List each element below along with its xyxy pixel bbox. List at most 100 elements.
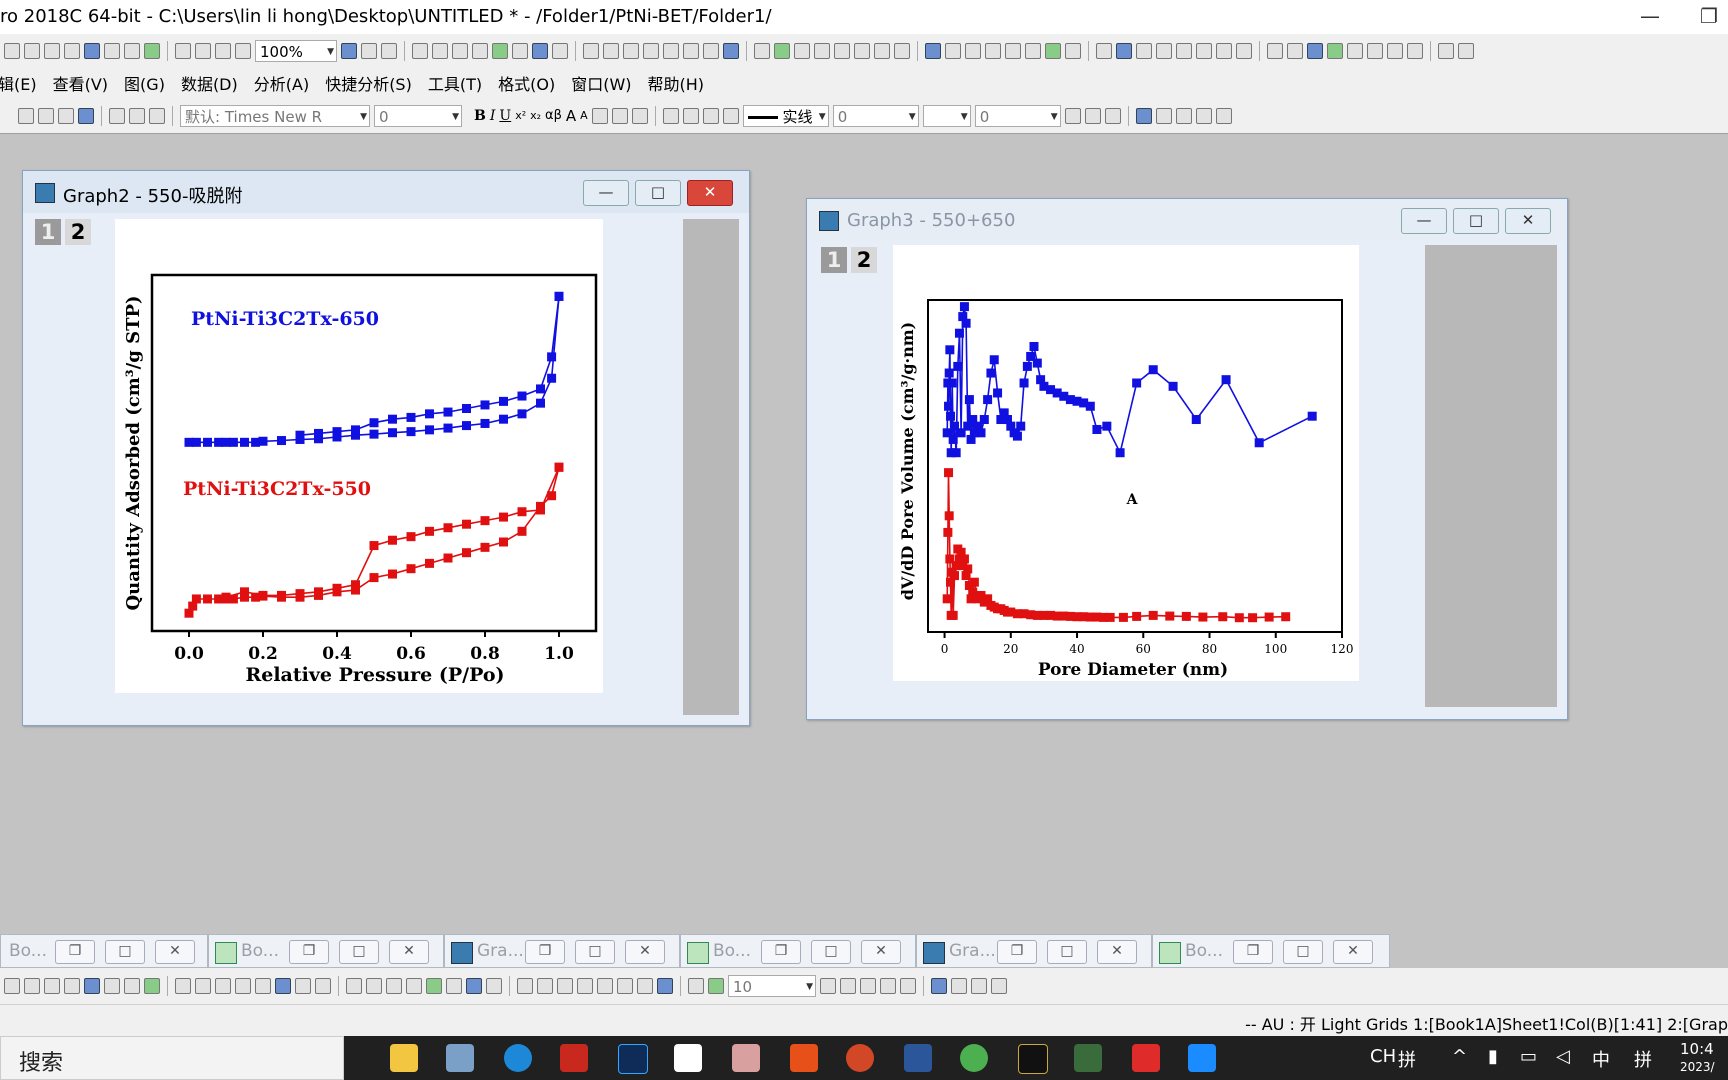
bold-button[interactable]: B	[474, 108, 486, 124]
tool-icon[interactable]	[426, 978, 442, 994]
star-icon[interactable]	[722, 107, 739, 124]
tool-icon[interactable]	[1216, 43, 1232, 59]
tool-icon[interactable]	[144, 978, 160, 994]
tool-icon[interactable]	[315, 978, 331, 994]
tool-icon[interactable]	[945, 43, 961, 59]
tool-icon[interactable]	[124, 43, 140, 59]
tool-icon[interactable]	[1136, 43, 1152, 59]
chevron-up-icon[interactable]: ^	[1452, 1046, 1467, 1067]
tool-icon[interactable]	[623, 43, 639, 59]
maximize-window-icon[interactable]: □	[339, 940, 379, 964]
menu-data[interactable]: 数据(D)	[181, 71, 238, 95]
tool-icon[interactable]	[840, 978, 856, 994]
tool-icon[interactable]	[255, 978, 271, 994]
superscript-button[interactable]: x²	[515, 109, 526, 122]
tool-icon[interactable]	[834, 43, 850, 59]
restore-window-icon[interactable]: ❐	[761, 940, 801, 964]
restore-window-icon[interactable]: ❐	[1233, 940, 1273, 964]
powerpoint-icon[interactable]	[846, 1044, 874, 1072]
tool-icon[interactable]	[466, 978, 482, 994]
tool-icon[interactable]	[557, 978, 573, 994]
align-icon[interactable]	[591, 107, 608, 124]
clock-time[interactable]: 10:4	[1680, 1040, 1714, 1058]
tool-icon[interactable]	[452, 43, 468, 59]
tray-language[interactable]: CH	[1370, 1046, 1396, 1067]
tool-icon[interactable]	[814, 43, 830, 59]
tool-icon[interactable]	[532, 43, 548, 59]
tool-icon[interactable]	[406, 978, 422, 994]
tool-icon[interactable]	[1155, 107, 1172, 124]
restore-window-icon[interactable]: ❐	[525, 940, 565, 964]
tool-icon[interactable]	[195, 978, 211, 994]
tool-icon[interactable]	[215, 43, 231, 59]
tool-icon[interactable]	[552, 43, 568, 59]
origin-icon[interactable]	[732, 1044, 760, 1072]
tool-icon[interactable]	[1307, 43, 1323, 59]
close-window-icon[interactable]: ✕	[625, 940, 665, 964]
tool-icon[interactable]	[1005, 43, 1021, 59]
font-color-icon[interactable]	[631, 107, 648, 124]
restore-button[interactable]: ❐	[1700, 4, 1718, 28]
copy-icon[interactable]	[129, 107, 145, 124]
tool-icon[interactable]	[175, 978, 191, 994]
app-icon[interactable]	[560, 1044, 588, 1072]
tool-icon[interactable]	[195, 43, 211, 59]
shrink-font-button[interactable]: A	[580, 109, 588, 122]
tray-ime-mode[interactable]: 中	[1592, 1046, 1610, 1072]
tool-icon[interactable]	[84, 43, 100, 59]
tool-icon[interactable]	[931, 978, 947, 994]
tool-icon[interactable]	[1195, 107, 1212, 124]
graph2-window[interactable]: Graph2 - 550-吸脱附 — □ ✕ 1 2 0.0 0.2 0.4 0.6 0…	[22, 170, 750, 726]
wps-icon[interactable]	[1132, 1044, 1160, 1072]
app-icon[interactable]	[446, 1044, 474, 1072]
tool-icon[interactable]	[603, 43, 619, 59]
menu-format[interactable]: 格式(O)	[498, 71, 555, 95]
close-window-icon[interactable]: ✕	[861, 940, 901, 964]
minimized-graph-window[interactable]: Gra... ❐ □ ✕	[916, 934, 1152, 968]
tool-icon[interactable]	[381, 43, 397, 59]
file-explorer-icon[interactable]	[390, 1044, 418, 1072]
graph3-plot[interactable]: 0 20 40 60 80 100 120 Pore Diameter (nm) dV/dD…	[807, 199, 1567, 719]
tool-icon[interactable]	[517, 978, 533, 994]
line-width-select[interactable]: 0 ▼	[832, 104, 919, 127]
tool-icon[interactable]	[723, 43, 739, 59]
graph3-window[interactable]: Graph3 - 550+650 — □ ✕ 1 2 0 20 40 60 80 100 1…	[806, 198, 1568, 720]
subscript-button[interactable]: x₂	[530, 109, 541, 122]
hatch-icon[interactable]	[1064, 107, 1081, 124]
paste-icon[interactable]	[149, 107, 165, 124]
greek-button[interactable]: αβ	[545, 108, 562, 123]
tool-icon[interactable]	[985, 43, 1001, 59]
tool-icon[interactable]	[1215, 107, 1232, 124]
pattern-select[interactable]: 0 ▼	[974, 104, 1061, 127]
tool-icon[interactable]	[346, 978, 362, 994]
menu-graph[interactable]: 图(G)	[124, 71, 165, 95]
tool-icon[interactable]	[663, 43, 679, 59]
tool-icon[interactable]	[432, 43, 448, 59]
tool-icon[interactable]	[235, 978, 251, 994]
tool-icon[interactable]	[235, 43, 251, 59]
tool-icon[interactable]	[4, 43, 20, 59]
tool-icon[interactable]	[774, 43, 790, 59]
menu-analysis[interactable]: 分析(A)	[254, 71, 309, 95]
app-icon[interactable]	[1074, 1044, 1102, 1072]
tool-icon[interactable]	[446, 978, 462, 994]
tool-icon[interactable]	[637, 978, 653, 994]
edge-icon[interactable]	[504, 1044, 532, 1072]
grid-icon[interactable]	[1084, 107, 1101, 124]
close-window-icon[interactable]: ✕	[155, 940, 195, 964]
maximize-window-icon[interactable]: □	[1047, 940, 1087, 964]
tool-icon[interactable]	[854, 43, 870, 59]
tray-ime-pinyin[interactable]: 拼	[1634, 1046, 1652, 1072]
tool-icon[interactable]	[880, 978, 896, 994]
tool-icon[interactable]	[1045, 43, 1061, 59]
tool-icon[interactable]	[44, 43, 60, 59]
tool-icon[interactable]	[215, 978, 231, 994]
tool-icon[interactable]	[492, 43, 508, 59]
font-size-select[interactable]: 0 ▼	[374, 104, 462, 127]
graph3-annotation[interactable]: A	[1126, 492, 1139, 508]
tool-icon[interactable]	[1025, 43, 1041, 59]
tool-icon[interactable]	[38, 107, 54, 124]
tool-icon[interactable]	[703, 43, 719, 59]
tool-icon[interactable]	[124, 978, 140, 994]
tool-icon[interactable]	[104, 978, 120, 994]
